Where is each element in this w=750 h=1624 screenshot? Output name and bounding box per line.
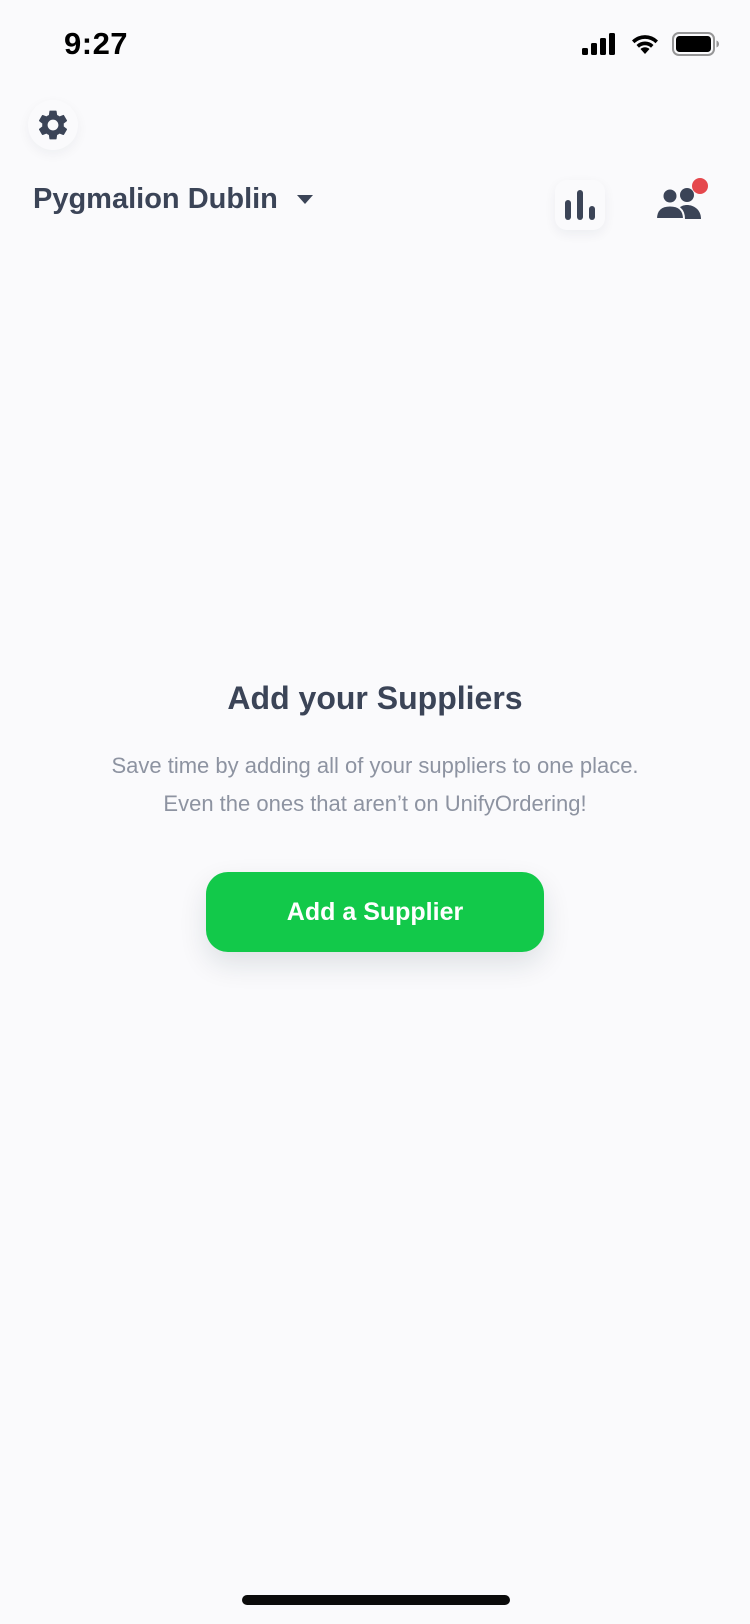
add-supplier-button[interactable]: Add a Supplier bbox=[206, 872, 544, 952]
empty-state-description-line: Even the ones that aren’t on UnifyOrderi… bbox=[163, 791, 587, 816]
wifi-icon bbox=[632, 35, 658, 54]
team-button[interactable] bbox=[650, 178, 708, 228]
analytics-button[interactable] bbox=[555, 180, 605, 230]
gear-icon bbox=[38, 110, 68, 140]
notification-dot bbox=[692, 178, 708, 194]
settings-button[interactable] bbox=[28, 100, 78, 150]
empty-state-description-line: Save time by adding all of your supplier… bbox=[111, 753, 639, 778]
status-time: 9:27 bbox=[64, 26, 129, 61]
empty-state-description: Save time by adding all of your supplier… bbox=[0, 747, 750, 823]
battery-icon bbox=[672, 32, 719, 56]
location-selector[interactable]: Pygmalion Dublin bbox=[33, 183, 314, 216]
bar-chart-icon bbox=[565, 190, 595, 220]
empty-state: Add your Suppliers Save time by adding a… bbox=[0, 680, 750, 823]
status-bar: 9:27 bbox=[0, 0, 750, 90]
caret-down-icon bbox=[296, 194, 313, 204]
signal-icon bbox=[582, 33, 615, 55]
location-name: Pygmalion Dublin bbox=[33, 183, 278, 215]
empty-state-title: Add your Suppliers bbox=[227, 680, 523, 716]
status-icons bbox=[582, 32, 720, 56]
home-indicator bbox=[242, 1595, 510, 1605]
